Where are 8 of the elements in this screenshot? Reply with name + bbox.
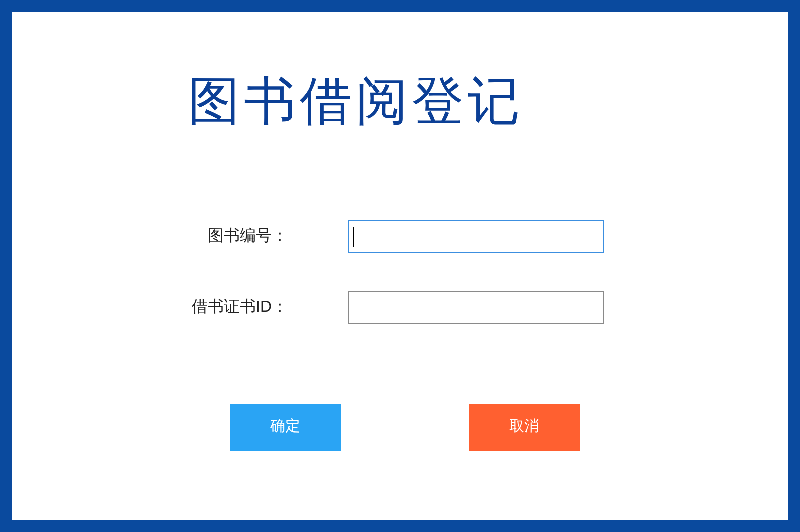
field-label: 图书编号： xyxy=(207,226,288,246)
cancel-button[interactable]: 取消 xyxy=(469,404,580,451)
confirm-button[interactable]: 确定 xyxy=(230,404,341,451)
input-field[interactable] xyxy=(348,291,604,324)
form-title: 图书借阅登记 xyxy=(188,72,524,132)
input-field[interactable] xyxy=(348,220,604,253)
text-cursor xyxy=(353,226,354,246)
field-label: 借书证书ID： xyxy=(191,298,288,318)
